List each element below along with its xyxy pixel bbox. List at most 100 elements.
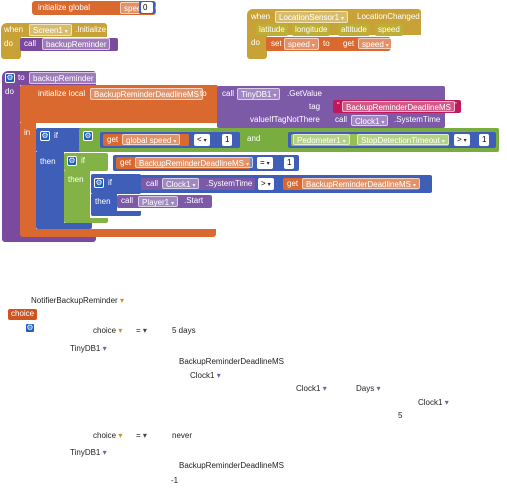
number-zero-field[interactable]: 0 (141, 2, 153, 13)
tag-text-block[interactable]: “ BackupReminderDeadlineMS ” (333, 100, 461, 113)
if-gear-icon[interactable]: ⚙ (40, 131, 50, 141)
pedometer-property-dropdown[interactable]: StopDetectionTimeout ▾ (357, 134, 449, 145)
param-altitude[interactable]: altitude (338, 24, 370, 36)
if-middle-gear-icon[interactable]: ⚙ (67, 156, 77, 166)
lt-operator-dropdown[interactable]: < ▾ (194, 134, 210, 146)
location-component-dropdown[interactable]: LocationSensor1 ▾ (275, 11, 349, 23)
procedure-name-field[interactable]: backupReminder (29, 72, 98, 84)
if-label: if (54, 131, 58, 140)
get-global-label: get (107, 135, 119, 144)
choice-dropdown-2[interactable]: choice ▾ (93, 431, 122, 441)
deadline-tag-text-1: BackupReminderDeadlineMS (179, 357, 284, 366)
number-five-text: 5 (398, 411, 403, 420)
set-variable-dropdown[interactable]: speed ▾ (284, 38, 319, 50)
location-when-label: when (251, 12, 271, 21)
tag-quote-close: ” (454, 101, 457, 110)
get-variable-dropdown[interactable]: speed ▾ (358, 38, 393, 49)
screen-initialize-event-block[interactable]: when Screen1 ▾ .Initialize (1, 23, 107, 37)
if-middle-footer (64, 218, 108, 223)
clock-call-label: call (335, 115, 348, 124)
choice-variable-chip[interactable]: choice (8, 309, 38, 320)
eq-dropdown-1[interactable]: = ▾ (136, 326, 147, 336)
param-speed[interactable]: speed (375, 24, 403, 36)
procedure-do-label: do (5, 87, 14, 96)
clock2-component-dropdown[interactable]: Clock1 ▾ (162, 178, 200, 189)
if-block-inner[interactable]: ⚙ if (91, 174, 141, 194)
number-one-field-b[interactable]: 1 (479, 134, 490, 146)
minus-one-text: -1 (171, 476, 179, 485)
get-label: get (343, 39, 355, 48)
clock-dropdown-3[interactable]: Clock1 ▾ (418, 398, 449, 408)
procedure-body-left (2, 85, 20, 236)
tinydb-dropdown-1[interactable]: TinyDB1 ▾ (70, 344, 107, 354)
initialize-event-label: .Initialize (75, 25, 107, 34)
location-changed-event-block[interactable]: when LocationSensor1 ▾ LocationChanged la… (247, 9, 421, 36)
five-days-text: 5 days (172, 326, 196, 335)
if-block-middle[interactable]: ⚙ if (64, 153, 108, 171)
eq-dropdown-2[interactable]: = ▾ (136, 431, 147, 441)
location-event-body: do (247, 35, 267, 59)
eq-operator-dropdown[interactable]: = ▾ (257, 157, 273, 169)
init-local-body-left (20, 123, 36, 231)
get-speed-block[interactable]: get speed ▾ (339, 38, 393, 50)
init-global-label: initialize global (38, 3, 91, 12)
tag-text-value[interactable]: BackupReminderDeadlineMS (342, 101, 455, 112)
clock-component-dropdown[interactable]: Clock1 ▾ (351, 115, 389, 126)
init-local-footer (20, 229, 216, 237)
lower-if-gear-icon[interactable]: ⚙ (25, 323, 35, 333)
pedometer-getter-block[interactable]: Pedometer1 ▾ StopDetectionTimeout ▾ (291, 134, 449, 146)
choice-dropdown-1[interactable]: choice ▾ (93, 326, 122, 336)
number-one-field-c[interactable]: 1 (284, 157, 295, 169)
and-gear-icon[interactable]: ⚙ (83, 131, 93, 141)
days-dropdown[interactable]: Days ▾ (356, 384, 380, 394)
notifier-component-text[interactable]: NotifierBackupReminder ▾ (31, 296, 124, 306)
gt-operator-dropdown[interactable]: > ▾ (454, 134, 470, 146)
number-zero-block[interactable]: 0 (139, 1, 155, 14)
if-outer-footer (36, 223, 92, 229)
clock-dropdown-2[interactable]: Clock1 ▾ (296, 384, 327, 394)
if-inner-label: if (108, 178, 112, 187)
call-backup-reminder-block[interactable]: call backupReminder (20, 38, 118, 51)
procedure-to-label: to (18, 73, 25, 82)
procedure-gear-icon[interactable]: ⚙ (5, 73, 15, 83)
init-local-label: initialize local (38, 89, 86, 98)
and-label: and (247, 134, 261, 143)
then-label-outer: then (40, 157, 56, 166)
gt2-operator-dropdown[interactable]: > ▾ (258, 178, 274, 190)
number-one-field-a[interactable]: 1 (222, 134, 233, 146)
clock-systemtime-block[interactable]: call Clock1 ▾ .SystemTime (330, 114, 442, 127)
get-global-speed-block[interactable]: get global speed ▾ (103, 134, 189, 146)
init-local-header[interactable]: initialize local BackupReminderDeadlineM… (20, 85, 218, 123)
clock-dropdown-1[interactable]: Clock1 ▾ (190, 371, 221, 381)
clock2-systemtime-block[interactable]: call Clock1 ▾ .SystemTime (141, 178, 255, 190)
procedure-header[interactable]: ⚙ to backupReminder (2, 71, 98, 85)
tinydb-call-label: call (222, 89, 235, 98)
if-middle-label: if (81, 156, 85, 165)
player-start-block[interactable]: call Player1 ▾ .Start (117, 195, 212, 208)
location-changed-label: LocationChanged (357, 12, 420, 21)
tinydb-component-dropdown[interactable]: TinyDB1 ▾ (237, 88, 281, 100)
get-local-deadline-block[interactable]: get BackupReminderDeadlineMS ▾ (116, 157, 253, 169)
param-longitude[interactable]: longitude (292, 24, 331, 36)
init-local-to-label: to (200, 89, 207, 98)
player-call-label: call (121, 196, 134, 205)
screen-do-label: do (4, 39, 13, 48)
if-inner-footer (91, 211, 141, 216)
pedometer-component-dropdown[interactable]: Pedometer1 ▾ (293, 134, 350, 145)
player-component-dropdown[interactable]: Player1 ▾ (138, 196, 179, 207)
never-text: never (172, 431, 193, 440)
screen-component-dropdown[interactable]: Screen1 ▾ (29, 24, 72, 36)
set-label: set (271, 39, 282, 48)
init-global-speed-block[interactable]: initialize global speed to (32, 1, 160, 15)
local-deadline-dropdown[interactable]: BackupReminderDeadlineMS ▾ (135, 157, 253, 168)
set-to-label: to (323, 39, 330, 48)
get-local2-label: get (287, 179, 299, 188)
if-inner-gear-icon[interactable]: ⚙ (94, 178, 104, 188)
tinydb-dropdown-2[interactable]: TinyDB1 ▾ (70, 448, 107, 458)
call-procedure-name[interactable]: backupReminder (42, 38, 111, 50)
local-deadline-dropdown-2[interactable]: BackupReminderDeadlineMS ▾ (302, 178, 420, 189)
get-local-deadline-block-2[interactable]: get BackupReminderDeadlineMS ▾ (283, 178, 420, 190)
local-name-field[interactable]: BackupReminderDeadlineMS (90, 88, 203, 100)
global-speed-dropdown[interactable]: global speed ▾ (122, 134, 181, 145)
valueiftag-label: valueIfTagNotThere (250, 115, 320, 124)
